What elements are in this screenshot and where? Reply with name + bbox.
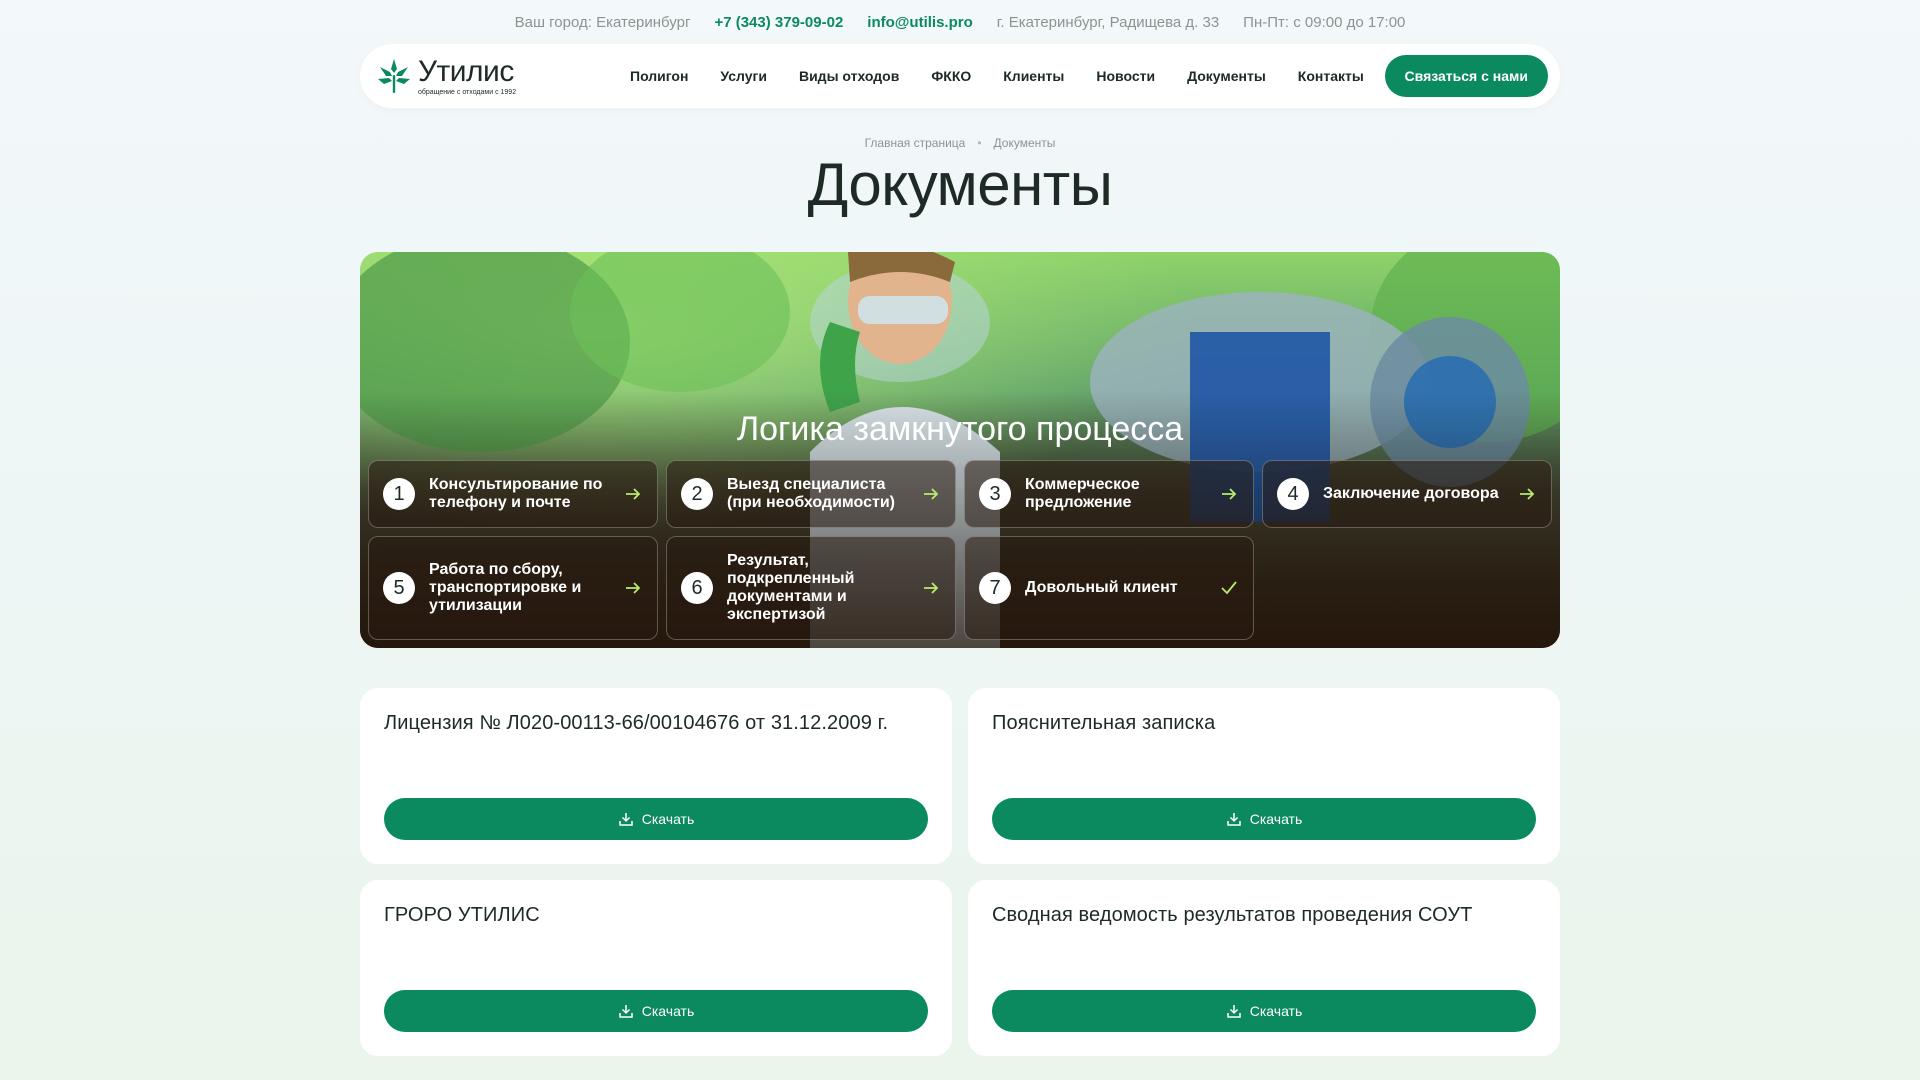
download-button[interactable]: Скачать xyxy=(384,798,928,840)
download-button[interactable]: Скачать xyxy=(992,798,1536,840)
nav-item-services[interactable]: Услуги xyxy=(720,68,767,84)
process-step-7[interactable]: 7 Довольный клиент xyxy=(964,536,1254,640)
download-button[interactable]: Скачать xyxy=(992,990,1536,1032)
process-step-5[interactable]: 5 Работа по сбору, транспортировке и ути… xyxy=(368,536,658,640)
document-title: ГРОРО УТИЛИС xyxy=(384,904,540,926)
document-card: Лицензия № Л020-00113-66/00104676 от 31.… xyxy=(360,688,952,864)
address-text: г. Екатеринбург, Радищева д. 33 xyxy=(996,13,1220,31)
email-link[interactable]: info@utilis.pro xyxy=(867,14,972,31)
breadcrumb: Главная страница • Документы xyxy=(0,136,1920,150)
download-label: Скачать xyxy=(641,811,695,827)
contact-us-button[interactable]: Связаться с нами xyxy=(1384,55,1548,97)
step-number: 2 xyxy=(681,478,713,510)
step-number: 7 xyxy=(979,572,1011,604)
download-label: Скачать xyxy=(1249,1003,1303,1019)
document-card: Сводная ведомость результатов проведения… xyxy=(968,880,1560,1056)
hours-text: Пн-Пт: с 09:00 до 17:00 xyxy=(1243,13,1406,31)
process-step-1[interactable]: 1 Консультирование по телефону и почте xyxy=(368,460,658,528)
main-navbar: Утилис обращение с отходами с 1992 Полиг… xyxy=(360,44,1560,108)
download-icon xyxy=(1227,1005,1241,1018)
step-label: Результат, подкрепленный документами и э… xyxy=(727,552,855,623)
download-icon xyxy=(1227,813,1241,826)
arrow-right-icon xyxy=(626,488,641,500)
document-card: ГРОРО УТИЛИС Скачать xyxy=(360,880,952,1056)
download-label: Скачать xyxy=(641,1003,695,1019)
arrow-right-icon xyxy=(1222,488,1237,500)
process-hero-banner: Логика замкнутого процесса 1 Консультиро… xyxy=(360,252,1560,648)
page-title: Документы xyxy=(807,151,1113,218)
step-label: Выезд специалиста (при необходимости) xyxy=(727,476,896,511)
document-title: Лицензия № Л020-00113-66/00104676 от 31.… xyxy=(384,712,889,734)
arrow-right-icon xyxy=(1520,488,1535,500)
step-label: Коммерческое предложение xyxy=(1025,476,1140,511)
nav-item-poligon[interactable]: Полигон xyxy=(630,68,688,84)
breadcrumb-separator: • xyxy=(977,136,982,150)
process-step-2[interactable]: 2 Выезд специалиста (при необходимости) xyxy=(666,460,956,528)
nav-item-fkko[interactable]: ФККО xyxy=(931,68,971,84)
download-icon xyxy=(619,813,633,826)
process-step-6[interactable]: 6 Результат, подкрепленный документами и… xyxy=(666,536,956,640)
nav-item-waste-types[interactable]: Виды отходов xyxy=(799,68,899,84)
process-step-4[interactable]: 4 Заключение договора xyxy=(1262,460,1552,528)
document-card: Пояснительная записка Скачать xyxy=(968,688,1560,864)
topbar: Ваш город: Екатеринбург +7 (343) 379-09-… xyxy=(0,0,1920,44)
nav-item-news[interactable]: Новости xyxy=(1096,68,1155,84)
download-button[interactable]: Скачать xyxy=(384,990,928,1032)
arrow-right-icon xyxy=(626,582,641,594)
logo-name: Утилис xyxy=(418,54,514,88)
step-number: 6 xyxy=(681,572,713,604)
arrow-right-icon xyxy=(924,488,939,500)
hero-title: Логика замкнутого процесса xyxy=(736,410,1184,448)
phone-link[interactable]: +7 (343) 379-09-02 xyxy=(714,14,843,31)
download-icon xyxy=(619,1005,633,1018)
nav-item-contacts[interactable]: Контакты xyxy=(1298,68,1364,84)
arrow-right-icon xyxy=(924,582,939,594)
step-number: 5 xyxy=(383,572,415,604)
step-number: 3 xyxy=(979,478,1011,510)
nav-item-documents[interactable]: Документы xyxy=(1187,68,1266,84)
step-number: 4 xyxy=(1277,478,1309,510)
process-step-3[interactable]: 3 Коммерческое предложение xyxy=(964,460,1254,528)
leaf-logo-icon xyxy=(378,59,410,93)
step-number: 1 xyxy=(383,478,415,510)
document-title: Сводная ведомость результатов проведения… xyxy=(992,904,1473,926)
nav-item-clients[interactable]: Клиенты xyxy=(1003,68,1064,84)
step-label: Заключение договора xyxy=(1323,485,1499,502)
step-label: Довольный клиент xyxy=(1025,579,1178,596)
step-label: Работа по сбору, транспортировке и утили… xyxy=(429,561,582,614)
check-icon xyxy=(1221,581,1237,595)
breadcrumb-home[interactable]: Главная страница xyxy=(865,136,966,150)
logo-tagline: обращение с отходами с 1992 xyxy=(418,88,517,96)
download-label: Скачать xyxy=(1249,811,1303,827)
logo[interactable]: Утилис обращение с отходами с 1992 xyxy=(376,54,576,96)
breadcrumb-current: Документы xyxy=(993,136,1056,150)
nav-menu: Полигон Услуги Виды отходов ФККО Клиенты… xyxy=(630,68,1385,84)
document-title: Пояснительная записка xyxy=(992,712,1216,734)
city-selector[interactable]: Ваш город: Екатеринбург xyxy=(515,14,691,31)
step-label: Консультирование по телефону и почте xyxy=(429,476,603,511)
